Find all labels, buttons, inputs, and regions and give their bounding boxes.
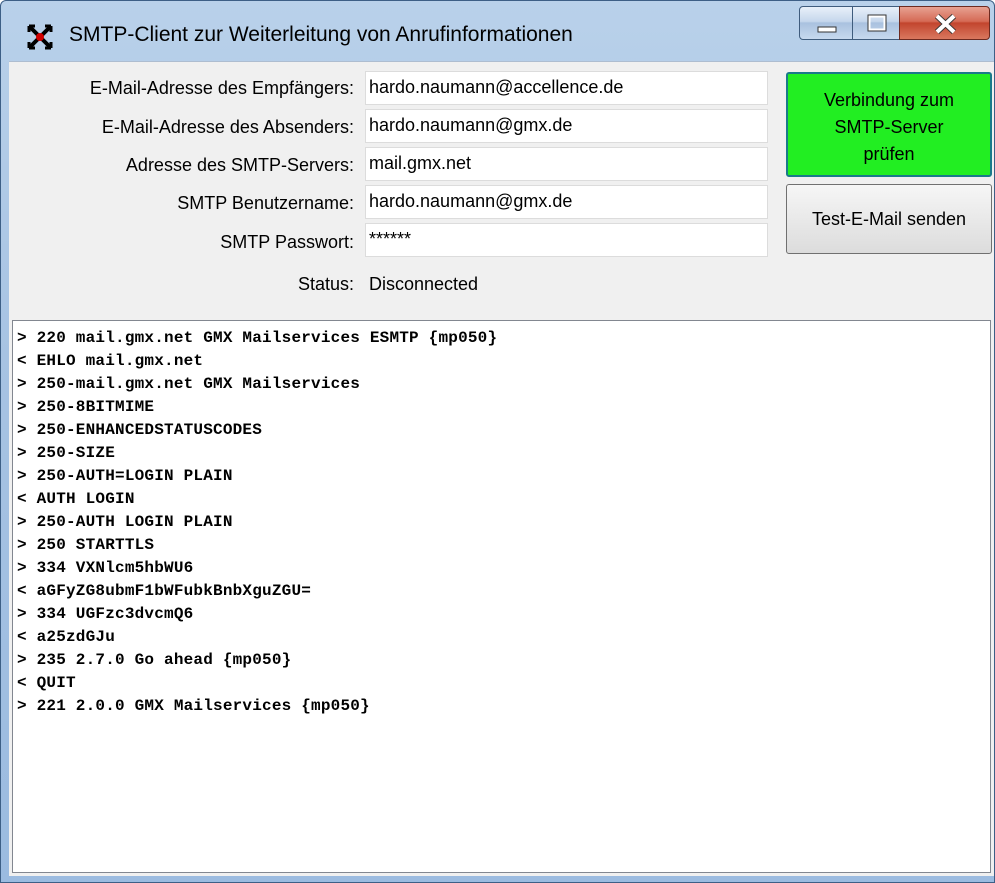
sender-label: E-Mail-Adresse des Absenders: [101, 117, 354, 137]
maximize-icon [867, 14, 887, 32]
minimize-button[interactable] [799, 6, 853, 40]
log-line: > 250 STARTTLS [17, 536, 155, 554]
log-line: > 250-mail.gmx.net GMX Mailservices [17, 375, 361, 393]
log-line: > 221 2.0.0 GMX Mailservices {mp050} [17, 697, 370, 715]
client-area: E-Mail-Adresse des Empfängers: E-Mail-Ad… [9, 61, 994, 876]
log-line: < EHLO mail.gmx.net [17, 352, 204, 370]
password-label: SMTP Passwort: [220, 232, 354, 252]
verify-button-line-2: SMTP-Server [834, 117, 944, 137]
verify-button-line-3: prüfen [863, 144, 915, 164]
status-label: Status: [297, 274, 354, 294]
log-line: > 250-8BITMIME [17, 398, 155, 416]
form-labels: E-Mail-Adresse des Empfängers: E-Mail-Ad… [9, 62, 354, 312]
title-bar[interactable]: SMTP-Client zur Weiterleitung von Anrufi… [1, 1, 994, 61]
smtp-username-field[interactable]: hardo.naumann@gmx.de [365, 185, 768, 219]
window-title: SMTP-Client zur Weiterleitung von Anrufi… [69, 23, 573, 46]
log-line: > 220 mail.gmx.net GMX Mailservices ESMT… [17, 329, 498, 347]
cross-arrows-icon[interactable] [27, 24, 53, 50]
send-test-email-button[interactable]: Test-E-Mail senden [786, 184, 992, 254]
smtp-server-field[interactable]: mail.gmx.net [365, 147, 768, 181]
log-line: < QUIT [17, 674, 76, 692]
log-line: < aGFyZG8ubmF1bWFubkBnbXguZGU= [17, 582, 312, 600]
maximize-button[interactable] [852, 6, 900, 40]
log-line: < a25zdGJu [17, 628, 116, 646]
log-line: > 250-ENHANCEDSTATUSCODES [17, 421, 263, 439]
log-line: > 334 VXNlcm5hbWU6 [17, 559, 194, 577]
log-line: < AUTH LOGIN [17, 490, 135, 508]
verify-button-line-1: Verbindung zum [823, 90, 955, 110]
app-window: SMTP-Client zur Weiterleitung von Anrufi… [0, 0, 995, 883]
close-icon [934, 13, 957, 35]
recipient-email-field[interactable]: hardo.naumann@accellence.de [365, 71, 768, 105]
status-value: Disconnected [369, 274, 479, 294]
log-line: > 235 2.7.0 Go ahead {mp050} [17, 651, 292, 669]
log-line: > 250-AUTH LOGIN PLAIN [17, 513, 233, 531]
recipient-label: E-Mail-Adresse des Empfängers: [89, 78, 354, 98]
close-button[interactable] [899, 6, 990, 40]
server-label: Adresse des SMTP-Servers: [125, 155, 354, 175]
username-label: SMTP Benutzername: [177, 193, 354, 213]
log-line: > 250-AUTH=LOGIN PLAIN [17, 467, 233, 485]
smtp-log-textarea[interactable]: > 220 mail.gmx.net GMX Mailservices ESMT… [12, 320, 991, 873]
log-line: > 334 UGFzc3dvcmQ6 [17, 605, 194, 623]
smtp-password-field[interactable]: ****** [365, 223, 768, 257]
minimize-icon [817, 26, 837, 33]
sender-email-field[interactable]: hardo.naumann@gmx.de [365, 109, 768, 143]
log-line: > 250-SIZE [17, 444, 116, 462]
verify-connection-button[interactable]: Verbindung zum SMTP-Server prüfen [786, 72, 992, 177]
